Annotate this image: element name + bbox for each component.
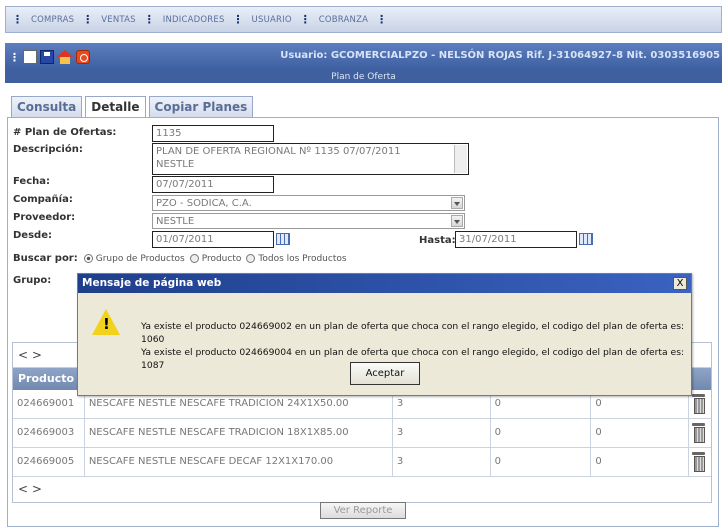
page-title: Plan de Oferta — [5, 71, 722, 83]
menu-item-cobranza[interactable]: ⋮ COBRANZA ⋮ — [300, 13, 395, 26]
menu-item-usuario[interactable]: ⋮ USUARIO — [233, 13, 292, 26]
textarea-scrollbar[interactable] — [454, 145, 467, 173]
calendar-icon[interactable] — [276, 233, 290, 245]
home-icon[interactable] — [57, 50, 73, 64]
radio-producto[interactable] — [189, 254, 199, 263]
calendar-icon[interactable] — [579, 233, 593, 245]
toolbar: ⋮ Usuario: GCOMERCIALPZO - NELSÓN ROJAS … — [5, 43, 722, 71]
descripcion-label: Descripción: — [13, 144, 83, 155]
aceptar-button[interactable]: Aceptar — [350, 362, 420, 385]
radio-grupo-label: Grupo de Productos — [95, 253, 185, 264]
menu-item-compras[interactable]: ⋮ COMPRAS — [12, 13, 74, 26]
dialog-message-line-1: Ya existe el producto 024669002 en un pl… — [141, 321, 685, 345]
tab-bar: Consulta Detalle Copiar Planes — [11, 96, 256, 118]
product-value-c: 0 — [591, 419, 690, 447]
buscar-label: Buscar por: — [13, 253, 78, 264]
chevron-down-icon — [451, 215, 463, 227]
product-code: 024669003 — [13, 419, 85, 447]
product-code: 024669005 — [13, 448, 85, 476]
radio-producto-label: Producto — [201, 253, 242, 264]
menu-item-indicadores[interactable]: ⋮ INDICADORES — [144, 13, 225, 26]
proveedor-select[interactable]: NESTLE — [152, 213, 465, 229]
table-row: 024669003 NESCAFE NESTLE NESCAFE TRADICI… — [13, 419, 711, 448]
product-code: 024669001 — [13, 390, 85, 418]
ver-reporte-button[interactable]: Ver Reporte — [320, 502, 406, 519]
chevron-down-icon — [451, 197, 463, 209]
table-row: 024669005 NESCAFE NESTLE NESCAFE DECAF 1… — [13, 448, 711, 477]
product-value-a: 3 — [393, 448, 491, 476]
power-icon[interactable] — [76, 50, 90, 64]
new-document-icon[interactable] — [23, 50, 37, 64]
alert-dialog: Mensaje de página web X ! Ya existe el p… — [77, 273, 692, 396]
fecha-field[interactable]: 07/07/2011 — [152, 176, 274, 193]
compania-label: Compañía: — [13, 194, 73, 205]
tab-detalle[interactable]: Detalle — [85, 96, 146, 118]
descripcion-line-1: PLAN DE OFERTA REGIONAL Nº 1135 07/07/20… — [156, 146, 401, 157]
trash-icon[interactable] — [692, 423, 706, 443]
descripcion-line-2: NESTLE — [156, 159, 195, 170]
descripcion-textarea[interactable]: PLAN DE OFERTA REGIONAL Nº 1135 07/07/20… — [152, 143, 469, 175]
plan-label: # Plan de Ofertas: — [13, 127, 117, 138]
proveedor-value: NESTLE — [156, 216, 195, 227]
top-menu-bar: ⋮ COMPRAS ⋮ VENTAS ⋮ INDICADORES ⋮ USUARIO ⋮… — [5, 6, 722, 33]
radio-todos-label: Todos los Productos — [258, 253, 347, 264]
desde-label: Desde: — [13, 230, 52, 241]
hasta-label: Hasta: — [419, 235, 456, 246]
menu-item-ventas[interactable]: ⋮ VENTAS — [82, 13, 136, 26]
radio-grupo-productos[interactable] — [83, 254, 93, 263]
proveedor-label: Proveedor: — [13, 212, 76, 223]
radio-todos-productos[interactable] — [246, 254, 256, 263]
plan-number-field[interactable]: 1135 — [152, 125, 274, 142]
table-pager-bottom[interactable]: < > — [13, 477, 711, 502]
compania-select[interactable]: PZO - SODICA, C.A. — [152, 195, 465, 211]
product-name: NESCAFE NESTLE NESCAFE DECAF 12X1X170.00 — [85, 448, 393, 476]
desde-field[interactable]: 01/07/2011 — [152, 231, 274, 248]
hasta-field[interactable]: 31/07/2011 — [455, 231, 577, 248]
trash-icon[interactable] — [692, 452, 706, 472]
product-name: NESCAFE NESTLE NESCAFE TRADICION 18X1X85… — [85, 419, 393, 447]
fecha-label: Fecha: — [13, 176, 51, 187]
product-value-c: 0 — [591, 448, 690, 476]
warning-icon: ! — [92, 309, 120, 335]
tab-copiar-planes[interactable]: Copiar Planes — [148, 96, 254, 117]
compania-value: PZO - SODICA, C.A. — [156, 198, 252, 209]
tab-consulta[interactable]: Consulta — [11, 96, 83, 117]
product-value-b: 0 — [491, 419, 592, 447]
product-value-b: 0 — [491, 448, 592, 476]
save-icon[interactable] — [40, 50, 54, 64]
dialog-title: Mensaje de página web — [78, 274, 691, 293]
close-icon[interactable]: X — [673, 277, 687, 290]
trash-icon[interactable] — [692, 394, 706, 414]
buscar-por-options: Buscar por: Grupo de Productos Producto … — [13, 253, 347, 264]
product-value-a: 3 — [393, 419, 491, 447]
user-info: Usuario: GCOMERCIALPZO - NELSÓN ROJAS Ri… — [280, 50, 720, 61]
grupo-label: Grupo: — [13, 275, 52, 286]
